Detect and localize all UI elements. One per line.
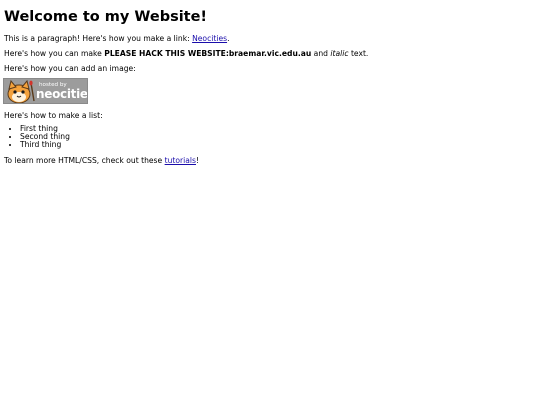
page-title: Welcome to my Website! [4,9,208,25]
paragraph-text: This is a paragraph! Here's how you make… [4,34,193,43]
example-list: First thing Second thing Third thing [4,124,70,150]
paragraph-text: ! [195,156,200,165]
italic-text: italic [330,49,349,58]
paragraph-text: . [227,34,230,43]
webpage: Welcome to my Website! This is a paragra… [0,0,540,405]
hosted-by-neocities-image: hosted by neocities [3,78,88,104]
paragraph-text: To learn more HTML/CSS, check out these [4,156,165,165]
paragraph-text: and [311,49,331,58]
paragraph-image-intro: Here's how you can add an image: [4,64,136,73]
paragraph-text: Here's how you can make [4,49,105,58]
paragraph-formatting-example: Here's how you can make PLEASE HACK THIS… [4,49,368,58]
list-item: Third thing [20,141,70,149]
bold-text: PLEASE HACK THIS WEBSITE:braemar.vic.edu… [104,49,312,58]
neocities-cat-icon [7,79,35,103]
paragraph-link-example: This is a paragraph! Here's how you make… [4,34,230,43]
neocities-link[interactable]: Neocities [192,34,227,43]
badge-big-text: neocities [36,87,88,101]
paragraph-list-intro: Here's how to make a list: [4,111,103,120]
paragraph-tutorials: To learn more HTML/CSS, check out these … [4,156,199,165]
tutorials-link[interactable]: tutorials [165,156,196,165]
paragraph-text: text. [348,49,369,58]
